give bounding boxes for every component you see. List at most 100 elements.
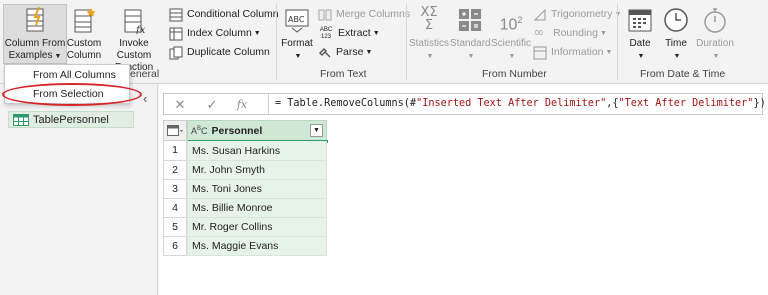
column-header-personnel[interactable]: ABC Personnel ▼ [187,120,328,143]
merge-columns-label: Merge Columns [336,8,411,20]
trigonometry-label: Trigonometry [551,8,613,20]
extract-icon-line2: 123 [320,33,331,40]
table-icon [13,113,29,126]
column-from-examples-label: Column From Examples ▼ [4,6,66,63]
standard-icon [459,9,481,31]
chevron-down-icon: ▼ [712,53,720,60]
from-number-group-label: From Number [482,68,547,80]
from-text-group-label: From Text [320,68,367,80]
rounding-icon: .00 [533,29,543,37]
statistics-label: Statistics [408,38,449,49]
scientific-label: Scientific [490,38,531,49]
svg-text:ABC: ABC [288,15,305,24]
row-number[interactable]: 6 [163,237,187,256]
stopwatch-icon [704,8,726,33]
scientific-glyph: 10 [499,16,518,34]
table-cell[interactable]: Ms. Toni Jones [187,180,327,199]
table-icon [167,125,183,136]
extract-icon-line1: ABC [319,26,333,33]
triangle-icon [533,8,546,20]
statistics-button[interactable]: ΧΣ Σ Statistics ▼ [408,6,450,63]
highlight-circle [2,83,142,106]
column-header-label: Personnel [211,124,263,137]
chevron-down-icon: ▼ [426,53,434,60]
chevron-down-icon: ▼ [253,30,261,37]
calendar-icon [628,9,652,32]
chevron-down-icon: ▼ [508,53,516,60]
time-button[interactable]: Time ▼ [660,6,692,63]
row-number[interactable]: 1 [163,141,187,161]
column-from-examples-line2: Examples [8,50,53,61]
information-button[interactable]: Information ▼ [533,44,612,61]
parse-button[interactable]: Parse ▼ [318,44,372,61]
index-column-button[interactable]: Index Column ▼ [169,25,261,42]
table-cell[interactable]: Ms. Maggie Evans [187,237,327,256]
table-menu-button[interactable] [163,120,187,141]
formula-string2: "Text After Delimiter" [618,98,754,109]
duration-button[interactable]: Duration ▼ [693,6,737,63]
chevron-down-icon: ▼ [605,49,613,56]
table-cell[interactable]: Mr. Roger Collins [187,218,327,237]
formula-string1: "Inserted Text After Delimiter" [416,98,607,109]
information-icon [533,46,547,59]
chevron-down-icon: ▼ [673,53,681,60]
standard-button[interactable]: Standard ▼ [450,6,491,63]
query-name: TablePersonnel [33,113,109,126]
duplicate-column-button[interactable]: Duplicate Column [169,44,270,61]
merge-columns-button[interactable]: Merge Columns [318,6,410,23]
row-number[interactable]: 2 [163,161,187,180]
scientific-button[interactable]: 102 Scientific ▼ [489,6,533,63]
row-number[interactable]: 3 [163,180,187,199]
table-cell[interactable]: Mr. John Smyth [187,161,327,180]
conditional-column-button[interactable]: Conditional Column [169,6,279,23]
date-label: Date [629,38,651,49]
duplicate-column-label: Duplicate Column [187,46,270,58]
format-label: Format [281,38,313,49]
row-number[interactable]: 4 [163,199,187,218]
table-cell[interactable]: Ms. Billie Monroe [187,199,327,218]
extract-icon: ABC 123 [318,27,334,41]
menu-item-from-all-columns[interactable]: From All Columns [5,66,129,84]
table-cell[interactable]: Ms. Susan Harkins [187,141,327,161]
conditional-column-icon [169,8,183,21]
custom-column-button[interactable]: Custom Column [66,6,102,62]
formula-middle: ,{ [606,98,619,109]
parse-icon [319,47,331,57]
statistics-icon: ΧΣ Σ [416,6,442,34]
rounding-button[interactable]: .00 Rounding ▼ [533,25,607,42]
scientific-sup: 2 [517,15,523,25]
collapse-queries-icon[interactable]: ‹ [143,91,147,106]
column-filter-dropdown[interactable]: ▼ [310,124,323,137]
scientific-icon: 102 [498,6,524,34]
standard-label: Standard [450,38,491,49]
query-item[interactable]: TablePersonnel [8,111,134,128]
chevron-down-icon: ▼ [599,30,607,37]
chevron-down-icon: ▼ [637,53,645,60]
information-label: Information [551,46,604,58]
type-glyph-c: C [201,125,208,136]
chevron-down-icon: ▼ [294,53,302,60]
formula-prefix: = Table.RemoveColumns(# [275,98,417,109]
ribbon-separator [617,4,618,80]
format-button[interactable]: ABC Format ▼ [280,6,314,63]
chevron-down-icon: ▼ [372,30,380,37]
trigonometry-button[interactable]: Trigonometry▼ [533,6,621,23]
ribbon-separator [276,4,277,80]
format-icon: ABC [285,9,309,33]
fx-icon[interactable]: fx [230,96,254,114]
custom-column-icon [74,8,96,33]
duration-label: Duration [696,38,734,49]
invoke-function-icon: fx [124,9,146,34]
parse-label: Parse [336,46,364,58]
statistics-glyph2: Σ [424,18,434,33]
text-type-icon: ABC [191,126,208,136]
cancel-icon[interactable]: ✕ [168,96,192,114]
date-button[interactable]: Date ▼ [622,6,658,63]
extract-button[interactable]: ABC 123 Extract ▼ [318,25,380,42]
row-number[interactable]: 5 [163,218,187,237]
svg-text:fx: fx [135,25,146,34]
extract-label: Extract [338,27,371,39]
formula-bar: ✕ ✓ fx = Table.RemoveColumns(#"Inserted … [163,93,766,115]
formula-input[interactable]: = Table.RemoveColumns(#"Inserted Text Af… [268,94,766,114]
confirm-icon[interactable]: ✓ [200,96,224,114]
